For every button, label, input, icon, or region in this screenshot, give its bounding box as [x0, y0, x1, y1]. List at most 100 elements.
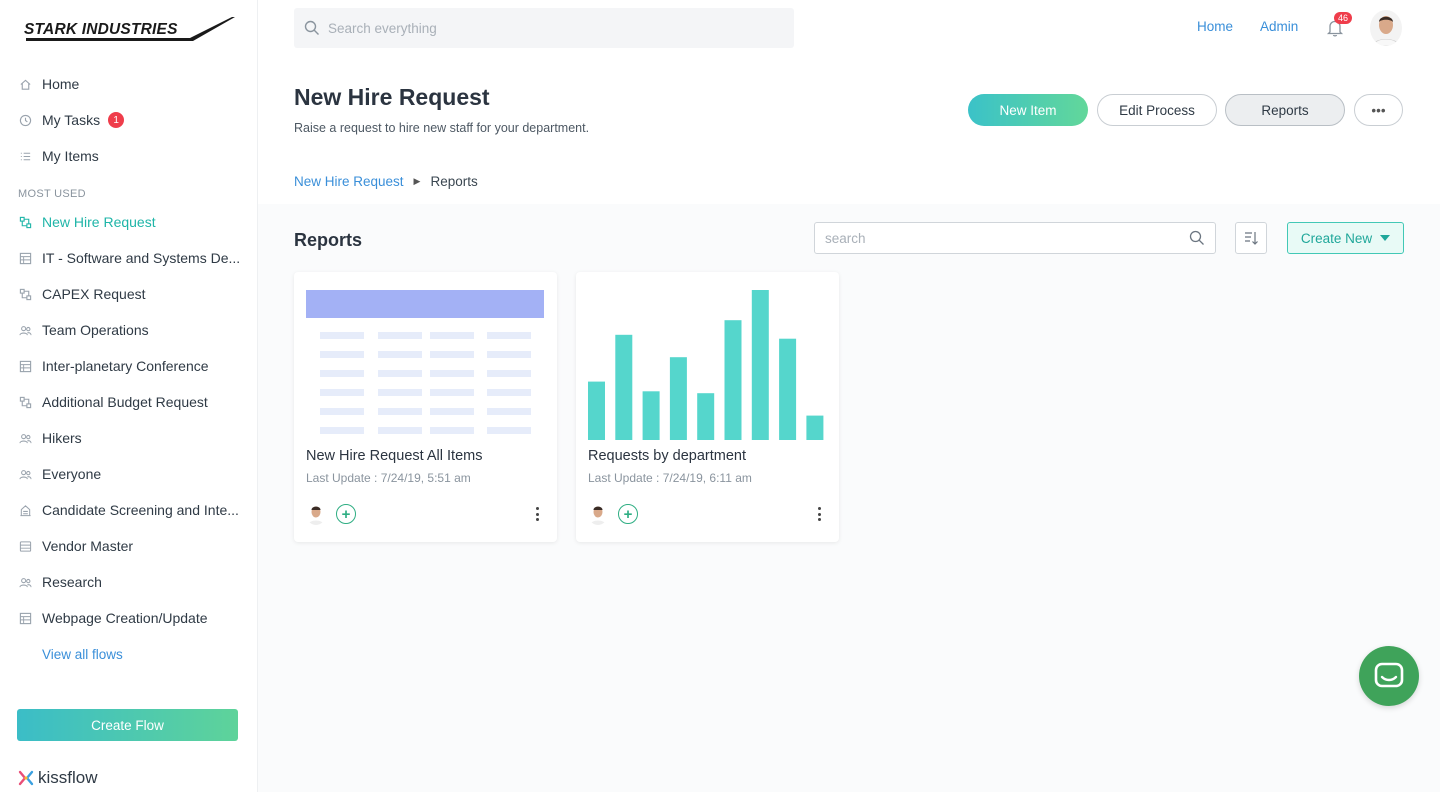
clock-icon	[18, 113, 32, 127]
chart-bar	[642, 391, 660, 440]
chart-bar	[697, 393, 715, 440]
search-icon	[304, 20, 319, 35]
report-card-last-update: Last Update : 7/24/19, 5:51 am	[306, 471, 471, 485]
kissflow-logo-icon	[18, 770, 34, 786]
top-home-link[interactable]: Home	[1197, 19, 1233, 34]
global-search-input[interactable]	[328, 20, 768, 36]
report-card-footer: +	[306, 502, 545, 526]
add-user-icon[interactable]: +	[618, 504, 638, 524]
people-icon	[18, 575, 32, 589]
report-card-all-items[interactable]: New Hire Request All Items Last Update :…	[294, 272, 557, 542]
table-report-thumbnail	[306, 290, 544, 434]
sidebar-item-team-operations[interactable]: Team Operations	[0, 312, 258, 348]
svg-text:STARK INDUSTRIES: STARK INDUSTRIES	[24, 21, 178, 38]
tasks-count-badge: 1	[108, 112, 125, 128]
sidebar-item-label: My Tasks	[42, 112, 101, 128]
reports-content: Reports Create New New Hire Request	[258, 204, 1440, 792]
sidebar-item-label: Inter-planetary Conference	[42, 358, 209, 374]
more-options-button[interactable]: •••	[1354, 94, 1403, 126]
table-icon	[18, 611, 32, 625]
bar-chart-report-thumbnail	[588, 290, 824, 440]
sidebar-item-new-hire-request[interactable]: New Hire Request	[0, 204, 258, 240]
caret-down-icon	[1380, 235, 1391, 241]
sidebar-item-label: Research	[42, 574, 102, 590]
user-avatar[interactable]	[1370, 10, 1402, 46]
sidebar-item-inter-planetary-conference[interactable]: Inter-planetary Conference	[0, 348, 258, 384]
list-icon	[18, 149, 32, 163]
create-new-label: Create New	[1300, 230, 1373, 246]
sidebar-item-hikers[interactable]: Hikers	[0, 420, 258, 456]
home-icon	[18, 77, 32, 91]
chart-bar	[806, 415, 824, 440]
sidebar-item-label: My Items	[42, 148, 99, 164]
chat-icon	[1374, 662, 1404, 688]
chat-support-button[interactable]	[1359, 646, 1419, 706]
card-menu-icon[interactable]	[529, 504, 545, 524]
create-flow-button[interactable]: Create Flow	[17, 709, 238, 741]
sidebar-item-label: Hikers	[42, 430, 82, 446]
sort-button[interactable]	[1235, 222, 1267, 254]
report-card-footer: +	[588, 502, 827, 526]
page-title: New Hire Request	[294, 84, 490, 110]
sidebar: STARK INDUSTRIES Home My Tasks 1 My Item…	[0, 0, 258, 792]
new-item-button[interactable]: New Item	[968, 94, 1088, 126]
sidebar-item-label: Candidate Screening and Inte...	[42, 502, 239, 518]
chart-bar	[779, 338, 797, 440]
people-icon	[18, 431, 32, 445]
kissflow-brand: kissflow	[18, 768, 98, 788]
sidebar-item-candidate-screening[interactable]: Candidate Screening and Inte...	[0, 492, 258, 528]
reports-button[interactable]: Reports	[1225, 94, 1345, 126]
sidebar-item-vendor-master[interactable]: Vendor Master	[0, 528, 258, 564]
flow-icon	[18, 287, 32, 301]
page-subtitle: Raise a request to hire new staff for yo…	[294, 121, 590, 135]
sidebar-item-everyone[interactable]: Everyone	[0, 456, 258, 492]
flow-icon	[18, 395, 32, 409]
card-menu-icon[interactable]	[811, 504, 827, 524]
database-icon	[18, 539, 32, 553]
sidebar-item-capex-request[interactable]: CAPEX Request	[0, 276, 258, 312]
most-used-heading: MOST USED	[18, 188, 86, 200]
report-card-by-department[interactable]: Requests by department Last Update : 7/2…	[576, 272, 839, 542]
sidebar-item-label: Everyone	[42, 466, 102, 482]
breadcrumb-parent-link[interactable]: New Hire Request	[294, 174, 404, 189]
top-admin-link[interactable]: Admin	[1260, 19, 1298, 34]
add-user-icon[interactable]: +	[336, 504, 356, 524]
flow-icon	[18, 215, 32, 229]
edit-process-button[interactable]: Edit Process	[1097, 94, 1217, 126]
reports-search[interactable]	[814, 222, 1216, 254]
sidebar-item-home[interactable]: Home	[0, 66, 258, 102]
chart-bar	[669, 357, 687, 440]
sidebar-item-it-software[interactable]: IT - Software and Systems De...	[0, 240, 258, 276]
sidebar-item-label: New Hire Request	[42, 214, 156, 230]
sidebar-item-webpage-creation[interactable]: Webpage Creation/Update	[0, 600, 258, 636]
sidebar-item-label: Vendor Master	[42, 538, 134, 554]
sidebar-item-label: CAPEX Request	[42, 286, 146, 302]
sidebar-item-my-items[interactable]: My Items	[0, 138, 258, 174]
reports-search-input[interactable]	[825, 230, 1189, 246]
owner-avatar	[588, 503, 608, 525]
chart-bar	[588, 381, 605, 440]
sidebar-item-research[interactable]: Research	[0, 564, 258, 600]
sidebar-item-my-tasks[interactable]: My Tasks 1	[0, 102, 258, 138]
table-icon	[18, 251, 32, 265]
sidebar-item-additional-budget-request[interactable]: Additional Budget Request	[0, 384, 258, 420]
global-search[interactable]	[294, 8, 794, 48]
sidebar-nav: Home My Tasks 1 My Items MOST USED New H…	[0, 66, 258, 672]
reports-heading: Reports	[294, 230, 363, 250]
view-all-flows-link[interactable]: View all flows	[0, 636, 258, 672]
search-icon	[1189, 230, 1204, 245]
kissflow-wordmark: kissflow	[38, 768, 98, 787]
sidebar-item-label: Home	[42, 76, 80, 92]
breadcrumb: New Hire Request ▶ Reports	[294, 174, 478, 189]
report-card-title: Requests by department	[588, 448, 746, 464]
sidebar-item-label: Webpage Creation/Update	[42, 610, 208, 626]
sidebar-item-label: Additional Budget Request	[42, 394, 208, 410]
chart-bar	[615, 334, 633, 440]
create-new-report-button[interactable]: Create New	[1287, 222, 1404, 254]
sidebar-item-label: IT - Software and Systems De...	[42, 250, 241, 266]
chart-bar	[751, 290, 769, 440]
owner-avatar	[306, 503, 326, 525]
building-icon	[18, 503, 32, 517]
people-icon	[18, 323, 32, 337]
stark-industries-logo[interactable]: STARK INDUSTRIES	[22, 14, 236, 46]
